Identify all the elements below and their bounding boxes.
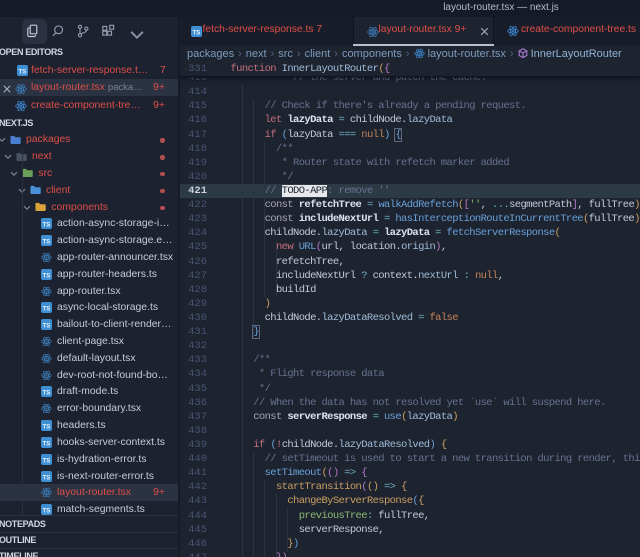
svg-text:TS: TS: [19, 68, 27, 75]
svg-text:TS: TS: [43, 306, 51, 313]
svg-text:TS: TS: [43, 239, 51, 246]
svg-text:TS: TS: [43, 390, 51, 397]
svg-text:TS: TS: [43, 457, 51, 464]
svg-text:TS: TS: [193, 29, 201, 36]
svg-text:TS: TS: [43, 323, 51, 330]
svg-text:TS: TS: [43, 222, 51, 229]
svg-text:TS: TS: [43, 507, 51, 514]
svg-text:TS: TS: [43, 423, 51, 430]
svg-text:TS: TS: [43, 474, 51, 481]
svg-text:TS: TS: [43, 440, 51, 447]
svg-text:TS: TS: [43, 272, 51, 279]
